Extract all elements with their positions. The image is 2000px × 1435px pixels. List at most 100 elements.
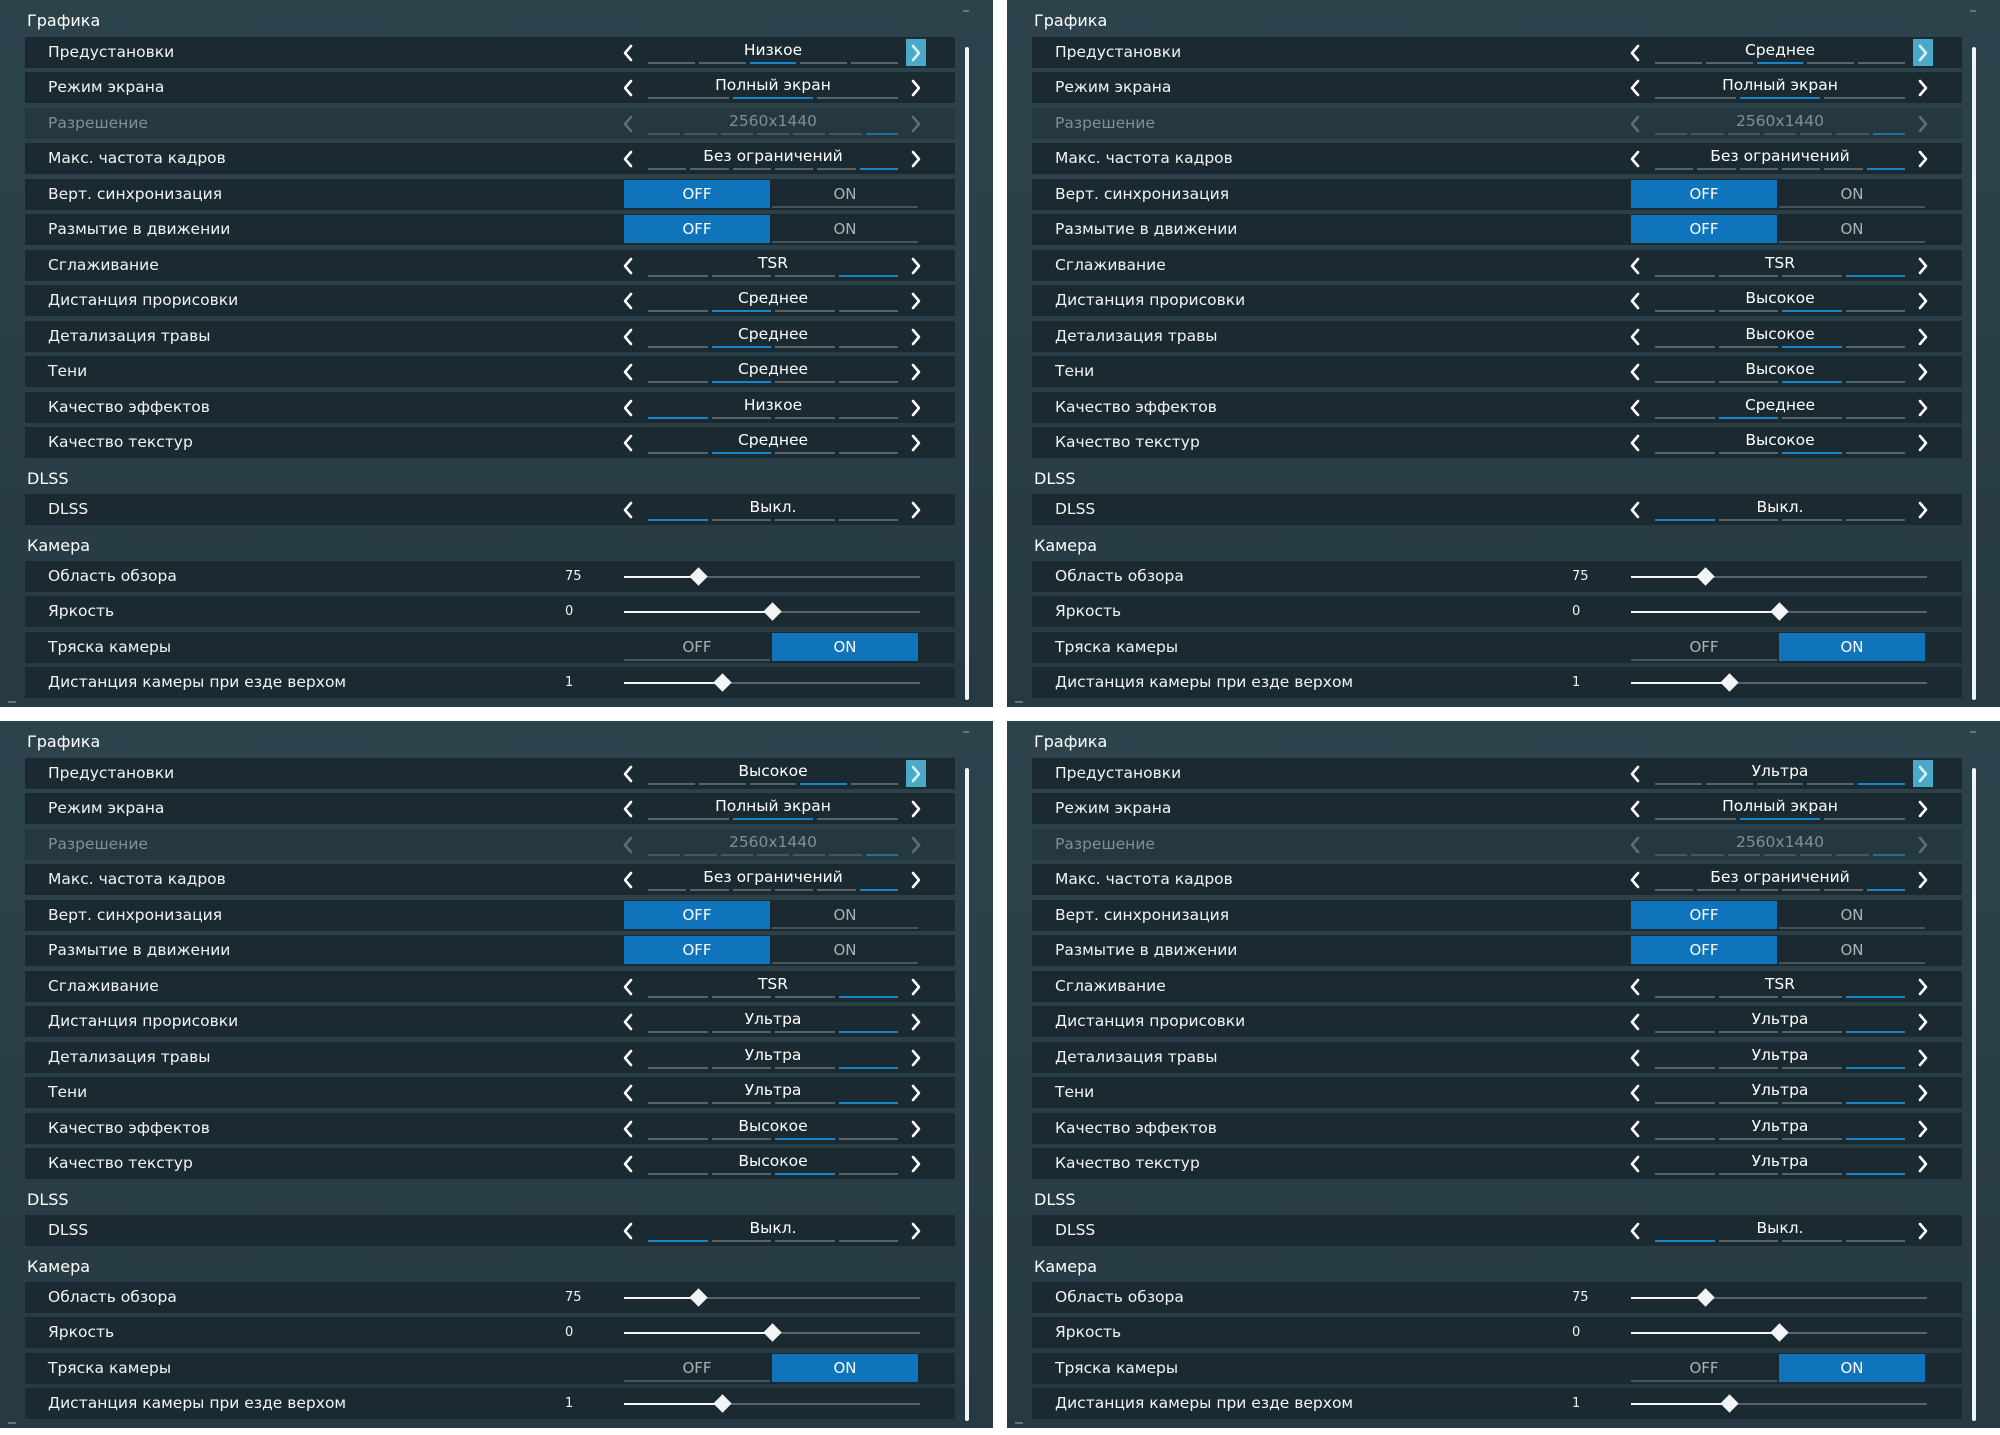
slider-track[interactable] <box>1631 1394 1927 1413</box>
toggle-on-button[interactable]: ON <box>1779 1354 1925 1382</box>
setting-row-preset[interactable]: Предустановки Ультра <box>1032 758 1962 789</box>
setting-row-preset[interactable]: Предустановки Низкое <box>25 37 955 68</box>
chevron-right-icon[interactable] <box>902 1215 930 1246</box>
toggle-on-button[interactable]: ON <box>772 901 918 929</box>
setting-row-dlss[interactable]: DLSS Выкл. <box>25 494 955 525</box>
chevron-left-icon[interactable] <box>1621 1077 1649 1108</box>
chevron-left-icon[interactable] <box>614 494 642 525</box>
chevron-right-icon[interactable] <box>906 760 926 787</box>
setting-row-motion-blur[interactable]: Размытие в движении OFF ON <box>25 214 955 245</box>
chevron-left-icon[interactable] <box>614 321 642 352</box>
slider-thumb[interactable] <box>1696 567 1715 586</box>
toggle-off-button[interactable]: OFF <box>624 180 770 208</box>
toggle-off-button[interactable]: OFF <box>624 215 770 243</box>
scrollbar[interactable] <box>1972 768 1976 1421</box>
chevron-left-icon[interactable] <box>1621 864 1649 895</box>
setting-row-vsync[interactable]: Верт. синхронизация OFF ON <box>1032 179 1962 210</box>
setting-row-max-fps[interactable]: Макс. частота кадров Без ограничений <box>25 143 955 174</box>
chevron-left-icon[interactable] <box>614 1042 642 1073</box>
setting-row-antialiasing[interactable]: Сглаживание TSR <box>1032 250 1962 281</box>
setting-row-vsync[interactable]: Верт. синхронизация OFF ON <box>1032 900 1962 931</box>
setting-row-draw-distance[interactable]: Дистанция прорисовки Высокое <box>1032 285 1962 316</box>
setting-row-screen-mode[interactable]: Режим экрана Полный экран <box>1032 72 1962 103</box>
toggle-off-button[interactable]: OFF <box>1631 633 1777 661</box>
chevron-left-icon[interactable] <box>614 143 642 174</box>
chevron-right-icon[interactable] <box>902 864 930 895</box>
slider-track[interactable] <box>624 1323 920 1342</box>
setting-row-shadows[interactable]: Тени Высокое <box>1032 356 1962 387</box>
chevron-left-icon[interactable] <box>614 1215 642 1246</box>
slider-thumb[interactable] <box>712 1394 732 1413</box>
scrollbar[interactable] <box>965 768 969 1421</box>
slider-thumb[interactable] <box>1719 673 1739 692</box>
setting-row-draw-distance[interactable]: Дистанция прорисовки Ультра <box>25 1006 955 1037</box>
chevron-left-icon[interactable] <box>614 793 642 824</box>
slider-thumb[interactable] <box>763 1323 782 1342</box>
setting-row-texture-quality[interactable]: Качество текстур Ультра <box>1032 1148 1962 1179</box>
setting-row-mount-camera-distance[interactable]: Дистанция камеры при езде верхом 1 <box>1032 1388 1962 1419</box>
setting-row-brightness[interactable]: Яркость 0 <box>1032 596 1962 627</box>
chevron-right-icon[interactable] <box>902 1148 930 1179</box>
setting-row-shadows[interactable]: Тени Ультра <box>25 1077 955 1108</box>
chevron-right-icon[interactable] <box>902 793 930 824</box>
scrollbar[interactable] <box>965 47 969 700</box>
setting-row-shadows[interactable]: Тени Среднее <box>25 356 955 387</box>
setting-row-motion-blur[interactable]: Размытие в движении OFF ON <box>1032 214 1962 245</box>
setting-row-camera-shake[interactable]: Тряска камеры OFF ON <box>25 1353 955 1384</box>
chevron-left-icon[interactable] <box>1621 1148 1649 1179</box>
setting-row-antialiasing[interactable]: Сглаживание TSR <box>25 250 955 281</box>
setting-row-brightness[interactable]: Яркость 0 <box>25 596 955 627</box>
chevron-left-icon[interactable] <box>1621 1113 1649 1144</box>
setting-row-grass-detail[interactable]: Детализация травы Высокое <box>1032 321 1962 352</box>
chevron-right-icon[interactable] <box>906 39 926 66</box>
chevron-right-icon[interactable] <box>1909 321 1937 352</box>
chevron-left-icon[interactable] <box>1621 758 1649 789</box>
chevron-left-icon[interactable] <box>1621 1042 1649 1073</box>
slider-thumb[interactable] <box>689 567 708 586</box>
slider-track[interactable] <box>1631 1323 1927 1342</box>
chevron-right-icon[interactable] <box>902 1006 930 1037</box>
setting-row-texture-quality[interactable]: Качество текстур Среднее <box>25 427 955 458</box>
chevron-left-icon[interactable] <box>614 1006 642 1037</box>
setting-row-motion-blur[interactable]: Размытие в движении OFF ON <box>1032 935 1962 966</box>
chevron-right-icon[interactable] <box>902 1113 930 1144</box>
setting-row-motion-blur[interactable]: Размытие в движении OFF ON <box>25 935 955 966</box>
chevron-left-icon[interactable] <box>1621 427 1649 458</box>
slider-thumb[interactable] <box>1696 1288 1715 1307</box>
toggle-off-button[interactable]: OFF <box>624 1354 770 1382</box>
setting-row-max-fps[interactable]: Макс. частота кадров Без ограничений <box>25 864 955 895</box>
toggle-on-button[interactable]: ON <box>1779 180 1925 208</box>
toggle-off-button[interactable]: OFF <box>1631 180 1777 208</box>
chevron-right-icon[interactable] <box>902 356 930 387</box>
slider-track[interactable] <box>1631 602 1927 621</box>
chevron-right-icon[interactable] <box>1909 1042 1937 1073</box>
chevron-right-icon[interactable] <box>902 1077 930 1108</box>
chevron-right-icon[interactable] <box>902 72 930 103</box>
setting-row-dlss[interactable]: DLSS Выкл. <box>25 1215 955 1246</box>
chevron-left-icon[interactable] <box>1621 392 1649 423</box>
slider-thumb[interactable] <box>1719 1394 1739 1413</box>
slider-track[interactable] <box>624 602 920 621</box>
chevron-left-icon[interactable] <box>614 356 642 387</box>
chevron-left-icon[interactable] <box>1621 285 1649 316</box>
chevron-right-icon[interactable] <box>1909 971 1937 1002</box>
setting-row-preset[interactable]: Предустановки Среднее <box>1032 37 1962 68</box>
slider-track[interactable] <box>624 567 920 586</box>
setting-row-dlss[interactable]: DLSS Выкл. <box>1032 1215 1962 1246</box>
chevron-right-icon[interactable] <box>1909 1148 1937 1179</box>
setting-row-grass-detail[interactable]: Детализация травы Ультра <box>25 1042 955 1073</box>
chevron-right-icon[interactable] <box>1909 1077 1937 1108</box>
chevron-right-icon[interactable] <box>1909 864 1937 895</box>
setting-row-mount-camera-distance[interactable]: Дистанция камеры при езде верхом 1 <box>25 667 955 698</box>
slider-thumb[interactable] <box>689 1288 708 1307</box>
setting-row-fov[interactable]: Область обзора 75 <box>25 1282 955 1313</box>
chevron-right-icon[interactable] <box>1909 494 1937 525</box>
toggle-off-button[interactable]: OFF <box>1631 901 1777 929</box>
setting-row-effects-quality[interactable]: Качество эффектов Среднее <box>1032 392 1962 423</box>
slider-thumb[interactable] <box>1770 1323 1789 1342</box>
setting-row-vsync[interactable]: Верт. синхронизация OFF ON <box>25 900 955 931</box>
toggle-on-button[interactable]: ON <box>772 936 918 964</box>
chevron-left-icon[interactable] <box>1621 793 1649 824</box>
setting-row-brightness[interactable]: Яркость 0 <box>25 1317 955 1348</box>
chevron-right-icon[interactable] <box>1909 1006 1937 1037</box>
